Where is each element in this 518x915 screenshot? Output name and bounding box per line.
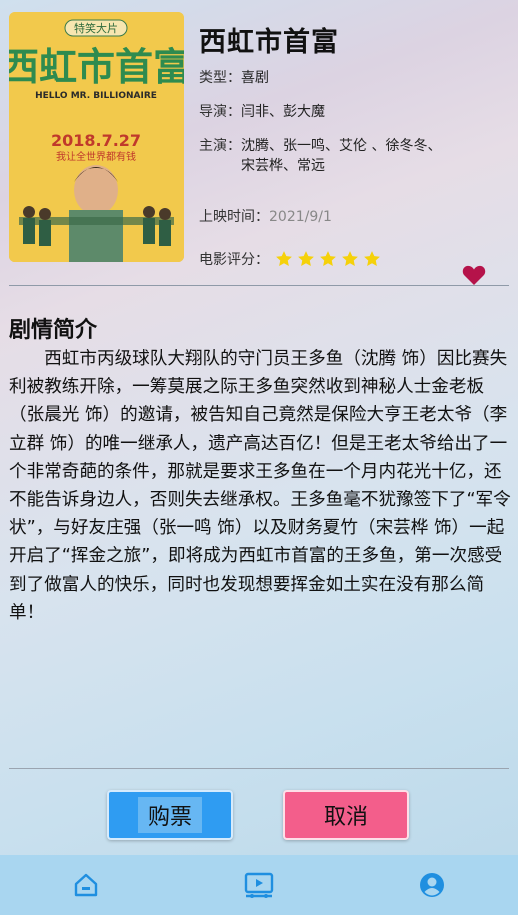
movie-release-date: 上映时间：2021/9/1 xyxy=(199,206,332,226)
cast-line-2: 宋芸桦、常远 xyxy=(241,158,325,174)
synopsis-heading: 剧情简介 xyxy=(9,318,98,343)
star-icon xyxy=(342,251,358,266)
star-icon xyxy=(276,251,292,266)
header-divider xyxy=(9,285,509,286)
star-icon xyxy=(298,251,314,266)
bottom-tabbar xyxy=(0,855,518,915)
director-value: 闫非、彭大魔 xyxy=(241,104,325,120)
date-value: 2021/9/1 xyxy=(269,209,332,225)
home-icon xyxy=(75,873,98,897)
movie-title: 西虹市首富 xyxy=(199,27,339,58)
movie-poster[interactable]: 特笑大片 西虹市首富 HELLO MR. BILLIONAIRE 2018.7.… xyxy=(9,12,184,262)
type-label: 类型： xyxy=(199,70,241,86)
footer-divider xyxy=(9,768,509,769)
buy-ticket-button[interactable]: 购票 xyxy=(107,790,233,840)
movie-type: 类型：喜剧 xyxy=(199,67,269,87)
rating-label: 电影评分： xyxy=(199,252,269,268)
cancel-label: 取消 xyxy=(323,805,368,830)
poster-date: 2018.7.27 xyxy=(51,131,141,150)
cancel-button[interactable]: 取消 xyxy=(283,790,409,840)
rating-stars xyxy=(275,250,385,268)
synopsis-text: 西虹市丙级球队大翔队的守门员王多鱼（沈腾 饰）因比赛失利被教练开除，一筹莫展之际… xyxy=(9,349,511,623)
star-icon xyxy=(320,251,336,266)
star-icon xyxy=(364,251,380,266)
tab-movies[interactable] xyxy=(239,865,279,905)
date-label: 上映时间： xyxy=(199,209,269,225)
type-value: 喜剧 xyxy=(241,70,269,86)
movie-rating: 电影评分： xyxy=(199,249,385,269)
cast-line-1: 沈腾、张一鸣、艾伦 、徐冬冬、 xyxy=(241,138,442,154)
movie-cast: 主演： 沈腾、张一鸣、艾伦 、徐冬冬、 宋芸桦、常远 xyxy=(199,136,499,176)
cast-label: 主演： xyxy=(199,138,241,154)
director-label: 导演： xyxy=(199,104,241,120)
poster-english-title: HELLO MR. BILLIONAIRE xyxy=(35,91,157,101)
buy-ticket-label: 购票 xyxy=(137,797,202,833)
poster-subtitle: 我让全世界都有钱 xyxy=(56,150,136,163)
tab-home[interactable] xyxy=(66,865,106,905)
poster-title: 西虹市首富 xyxy=(9,45,184,89)
tab-profile[interactable] xyxy=(412,865,452,905)
favorite-heart-icon[interactable] xyxy=(462,264,486,286)
poster-tagline: 特笑大片 xyxy=(74,21,118,35)
user-icon xyxy=(419,873,444,897)
movie-icon xyxy=(244,872,274,898)
movie-director: 导演：闫非、彭大魔 xyxy=(199,101,325,121)
